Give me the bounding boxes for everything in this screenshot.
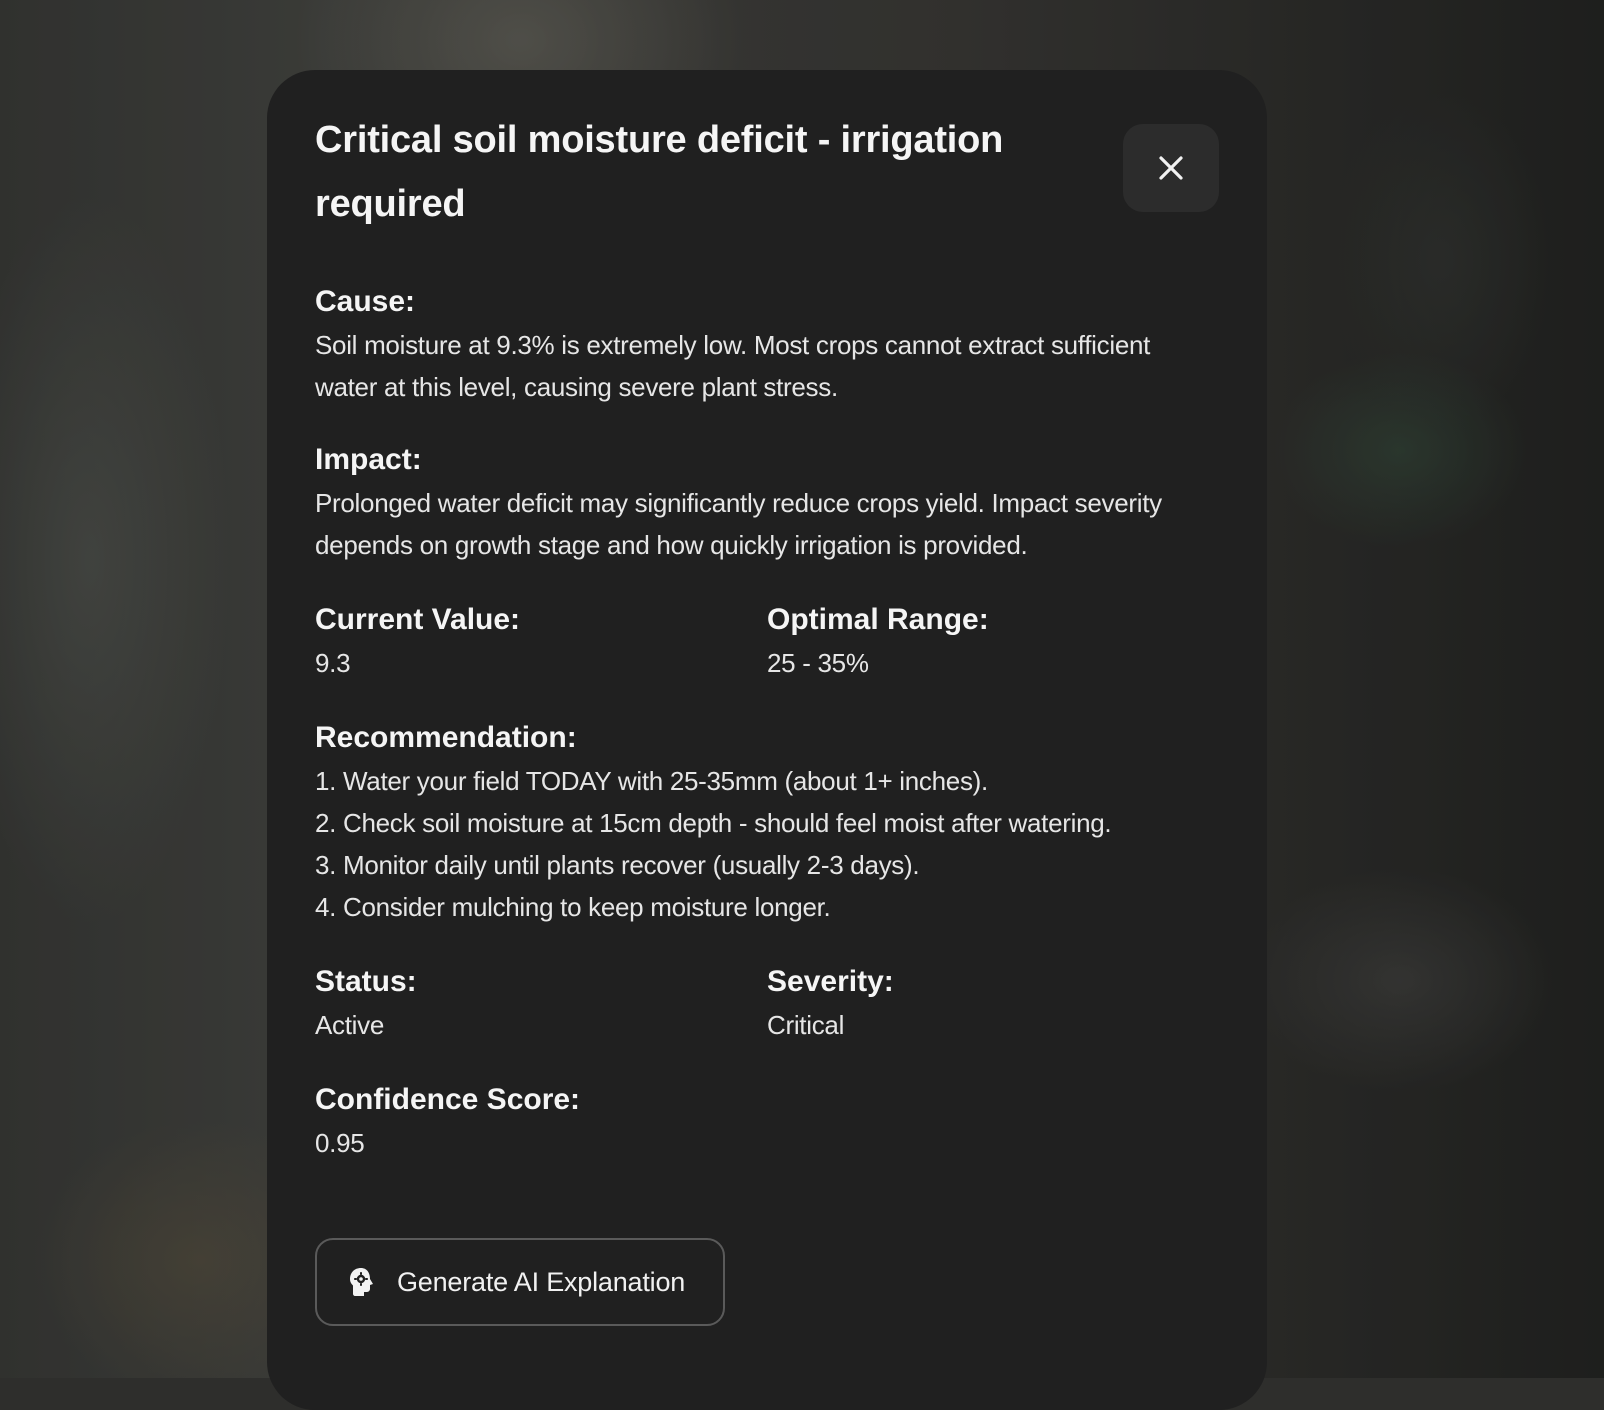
- recommendation-list: 1. Water your field TODAY with 25-35mm (…: [315, 760, 1219, 928]
- cause-section: Cause: Soil moisture at 9.3% is extremel…: [315, 282, 1219, 408]
- alert-title: Critical soil moisture deficit - irrigat…: [315, 119, 1004, 225]
- brain-gear-icon: [350, 1268, 373, 1296]
- recommendation-label: Recommendation:: [315, 721, 577, 754]
- status-value: Active: [315, 1010, 385, 1040]
- recommendation-section: Recommendation: 1. Water your field TODA…: [315, 718, 1219, 928]
- optimal-range-label: Optimal Range:: [767, 603, 989, 636]
- generate-ai-explanation-button[interactable]: Generate AI Explanation: [315, 1238, 725, 1326]
- recommendation-item: 1. Water your field TODAY with 25-35mm (…: [315, 766, 988, 796]
- cause-label: Cause:: [315, 285, 416, 318]
- current-value-block: Current Value: 9.3: [315, 600, 767, 684]
- impact-section: Impact: Prolonged water deficit may sign…: [315, 440, 1219, 566]
- current-value: 9.3: [315, 648, 351, 678]
- status-severity-row: Status: Active Severity: Critical: [315, 962, 1219, 1046]
- optimal-range-value: 25 - 35%: [767, 648, 869, 678]
- recommendation-item: 2. Check soil moisture at 15cm depth - s…: [315, 808, 1112, 838]
- optimal-range-block: Optimal Range: 25 - 35%: [767, 600, 1219, 684]
- confidence-label: Confidence Score:: [315, 1083, 581, 1116]
- severity-value: Critical: [767, 1010, 845, 1040]
- confidence-value: 0.95: [315, 1128, 365, 1158]
- severity-label: Severity:: [767, 965, 894, 998]
- status-label: Status:: [315, 965, 417, 998]
- confidence-section: Confidence Score: 0.95: [315, 1080, 1219, 1164]
- severity-block: Severity: Critical: [767, 962, 1219, 1046]
- current-value-label: Current Value:: [315, 603, 521, 636]
- cause-text: Soil moisture at 9.3% is extremely low. …: [315, 330, 1151, 402]
- modal-header: Critical soil moisture deficit - irrigat…: [315, 108, 1219, 236]
- generate-ai-explanation-label: Generate AI Explanation: [397, 1266, 686, 1297]
- alert-detail-modal: Critical soil moisture deficit - irrigat…: [267, 70, 1267, 1410]
- recommendation-item: 3. Monitor daily until plants recover (u…: [315, 850, 920, 880]
- impact-text: Prolonged water deficit may significantl…: [315, 488, 1162, 560]
- impact-label: Impact:: [315, 443, 422, 476]
- close-button[interactable]: [1123, 124, 1219, 212]
- recommendation-item: 4. Consider mulching to keep moisture lo…: [315, 892, 831, 922]
- value-range-row: Current Value: 9.3 Optimal Range: 25 - 3…: [315, 600, 1219, 684]
- status-block: Status: Active: [315, 962, 767, 1046]
- close-icon: [1159, 156, 1183, 180]
